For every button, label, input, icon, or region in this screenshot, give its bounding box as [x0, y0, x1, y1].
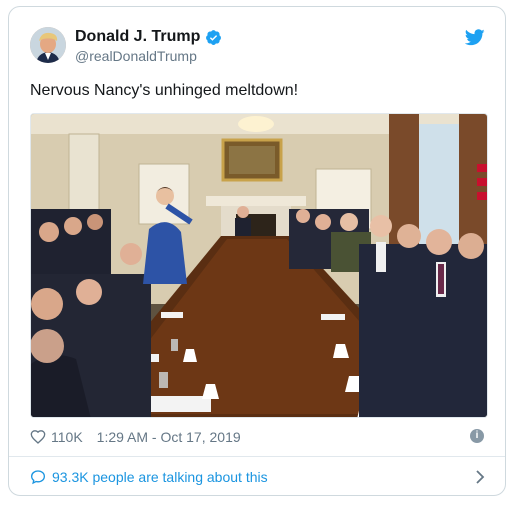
tweet-header: Donald J. Trump @realDonaldTrump: [9, 7, 505, 77]
handle[interactable]: @realDonaldTrump: [75, 48, 197, 64]
name-row: Donald J. Trump: [75, 28, 222, 46]
twitter-bird-icon[interactable]: [465, 29, 485, 46]
verified-badge-icon: [206, 29, 222, 45]
heart-icon[interactable]: [30, 430, 46, 444]
speech-bubble-icon: [30, 470, 46, 485]
conversation-link[interactable]: 93.3K people are talking about this: [9, 457, 505, 495]
timestamp[interactable]: 1:29 AM - Oct 17, 2019: [97, 429, 241, 445]
tweet-meta: 110K 1:29 AM - Oct 17, 2019 i: [30, 427, 484, 447]
tweet-card: Donald J. Trump @realDonaldTrump Nervous…: [8, 6, 506, 496]
tweet-photo[interactable]: [30, 113, 488, 418]
display-name[interactable]: Donald J. Trump: [75, 28, 200, 46]
chevron-right-icon[interactable]: [475, 470, 485, 484]
like-count[interactable]: 110K: [51, 429, 83, 445]
info-icon[interactable]: i: [470, 429, 484, 443]
tweet-text: Nervous Nancy's unhinged meltdown!: [30, 82, 299, 99]
talking-count: 93.3K people are talking about this: [52, 469, 268, 485]
avatar[interactable]: [30, 27, 66, 63]
